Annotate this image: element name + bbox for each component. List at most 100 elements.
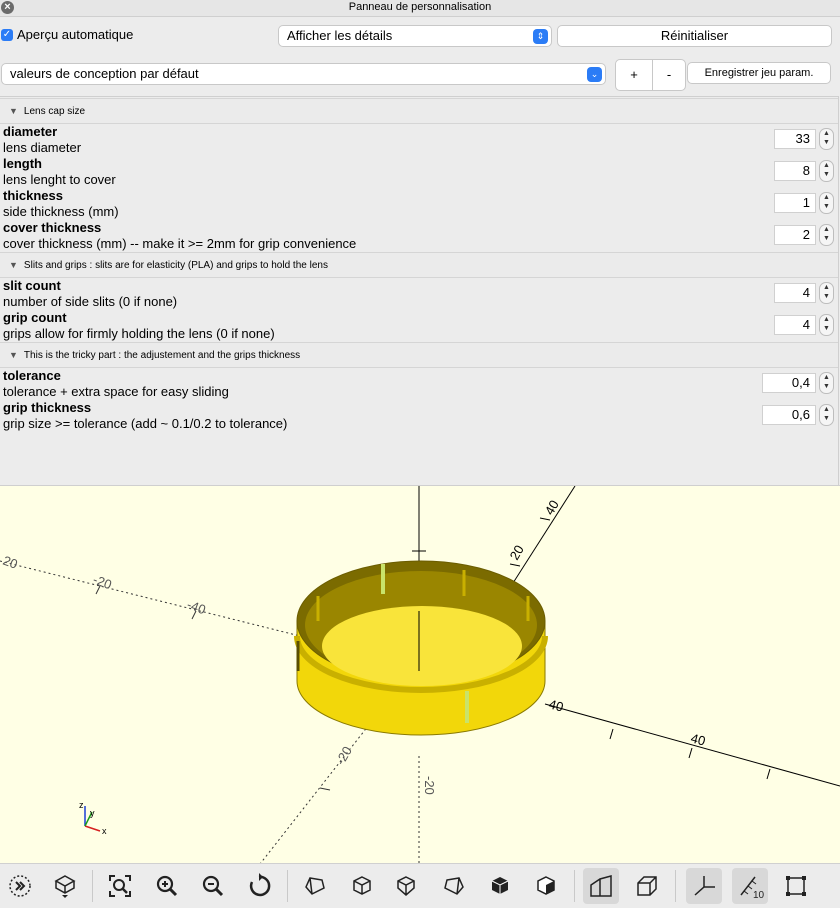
close-icon[interactable]: ×	[1, 1, 14, 14]
section-header-lens-cap[interactable]: ▼ Lens cap size	[0, 98, 838, 124]
remove-preset-button[interactable]: -	[652, 59, 686, 91]
reset-view-icon[interactable]	[241, 868, 277, 904]
cover-thickness-spinbox[interactable]: 2 ▲ ▼	[774, 224, 834, 246]
disclosure-triangle-icon: ▼	[9, 106, 18, 116]
gizmo-y-label: y	[90, 808, 95, 818]
orthogonal-icon[interactable]	[629, 868, 665, 904]
auto-preview-checkbox[interactable]: ✓ Aperçu automatique	[1, 27, 133, 42]
axis-label: -20	[333, 744, 355, 768]
updown-chevron-icon: ⇕	[533, 29, 548, 44]
view-left-icon[interactable]	[436, 868, 472, 904]
stepper-arrows-icon[interactable]: ▲ ▼	[819, 372, 834, 394]
grip-count-spinbox[interactable]: 4 ▲ ▼	[774, 314, 834, 336]
spinbox-value[interactable]: 0,6	[762, 405, 816, 425]
window-title: Panneau de personnalisation	[348, 1, 492, 13]
spinbox-value[interactable]: 1	[774, 193, 816, 213]
preset-select[interactable]: valeurs de conception par défaut ⌄	[1, 63, 606, 85]
tolerance-spinbox[interactable]: 0,4 ▲ ▼	[762, 372, 834, 394]
perspective-icon[interactable]	[583, 868, 619, 904]
stepper-arrows-icon[interactable]: ▲ ▼	[819, 314, 834, 336]
diameter-spinbox[interactable]: 33 ▲ ▼	[774, 128, 834, 150]
spinbox-value[interactable]: 4	[774, 315, 816, 335]
view-toolbar: 10	[0, 863, 840, 908]
param-grip-count: grip count grips allow for firmly holdin…	[3, 310, 834, 342]
spinbox-value[interactable]: 8	[774, 161, 816, 181]
axis-tick	[766, 768, 771, 780]
param-cover-thickness: cover thickness cover thickness (mm) -- …	[3, 220, 834, 252]
zoom-out-icon[interactable]	[195, 868, 231, 904]
axis-label: 20	[507, 542, 527, 562]
stepper-arrows-icon[interactable]: ▲ ▼	[819, 282, 834, 304]
x-axis-negative	[0, 560, 301, 637]
param-desc: tolerance + extra space for easy sliding	[3, 384, 229, 399]
spinbox-value[interactable]: 4	[774, 283, 816, 303]
preset-select-value: valeurs de conception par défaut	[10, 66, 199, 81]
3d-viewport[interactable]: 20 -20 -40 20 20 40 40 40 -20 -20	[0, 485, 840, 864]
param-name: slit count	[3, 278, 61, 293]
axis-tick	[539, 517, 551, 521]
add-preset-button[interactable]: +	[615, 59, 653, 91]
reset-label: Réinitialiser	[660, 28, 729, 43]
toolbar-separator	[287, 870, 288, 902]
3d-scene: 20 -20 -40 20 20 40 40 40 -20 -20	[0, 486, 840, 864]
save-preset-button[interactable]: Enregistrer jeu param.	[687, 62, 831, 84]
section-header-slits-grips[interactable]: ▼ Slits and grips : slits are for elastic…	[0, 252, 838, 278]
section-title: Slits and grips : slits are for elastici…	[23, 260, 328, 271]
view-top-icon[interactable]	[344, 868, 380, 904]
cap-floor	[322, 606, 522, 686]
section-header-tolerance[interactable]: ▼ This is the tricky part : the adjusteme…	[0, 342, 838, 368]
spinbox-value[interactable]: 2	[774, 225, 816, 245]
param-grip-thickness: grip thickness grip size >= tolerance (a…	[3, 400, 834, 432]
param-diameter: diameter lens diameter 33 ▲ ▼	[3, 124, 834, 156]
section-title: Lens cap size	[23, 106, 86, 117]
spinbox-value[interactable]: 33	[774, 129, 816, 149]
param-desc: grip size >= tolerance (add ~ 0.1/0.2 to…	[3, 416, 288, 431]
plus-label: +	[630, 67, 638, 82]
param-name: grip count	[3, 310, 67, 325]
show-axes-icon[interactable]	[686, 868, 722, 904]
disclosure-triangle-icon: ▼	[9, 350, 18, 360]
slit-count-spinbox[interactable]: 4 ▲ ▼	[774, 282, 834, 304]
stepper-arrows-icon[interactable]: ▲ ▼	[819, 224, 834, 246]
lens-cap-model[interactable]	[294, 560, 548, 736]
stepper-arrows-icon[interactable]: ▲ ▼	[819, 192, 834, 214]
axis-label: 40	[547, 696, 565, 714]
axis-label: 40	[689, 730, 707, 748]
grip-thickness-spinbox[interactable]: 0,6 ▲ ▼	[762, 404, 834, 426]
show-edges-icon[interactable]	[778, 868, 814, 904]
param-name: grip thickness	[3, 400, 92, 415]
view-bottom-icon[interactable]	[388, 868, 424, 904]
spinbox-value[interactable]: 0,4	[762, 373, 816, 393]
view-front-icon[interactable]	[482, 868, 518, 904]
save-preset-label: Enregistrer jeu param.	[704, 67, 814, 79]
reset-button[interactable]: Réinitialiser	[557, 25, 832, 47]
zoom-in-icon[interactable]	[149, 868, 185, 904]
length-spinbox[interactable]: 8 ▲ ▼	[774, 160, 834, 182]
param-length: length lens lenght to cover 8 ▲ ▼	[3, 156, 834, 188]
stepper-arrows-icon[interactable]: ▲ ▼	[819, 404, 834, 426]
toolbar-separator	[92, 870, 93, 902]
view-all-icon[interactable]	[102, 868, 138, 904]
param-name: length	[3, 156, 42, 171]
param-name: cover thickness	[3, 220, 102, 235]
details-select[interactable]: Afficher les détails ⇕	[278, 25, 552, 47]
gizmo-z-label: z	[79, 800, 84, 810]
toolbar-separator	[675, 870, 676, 902]
render-icon[interactable]	[47, 868, 83, 904]
axis-label: -20	[91, 572, 114, 593]
show-scale-icon[interactable]: 10	[732, 868, 768, 904]
stepper-arrows-icon[interactable]: ▲ ▼	[819, 128, 834, 150]
minus-label: -	[666, 67, 672, 82]
view-right-icon[interactable]	[297, 868, 333, 904]
animate-icon[interactable]	[2, 868, 38, 904]
chevron-down-icon: ⌄	[587, 67, 602, 82]
axis-label: 20	[1, 553, 20, 572]
thickness-spinbox[interactable]: 1 ▲ ▼	[774, 192, 834, 214]
stepper-arrows-icon[interactable]: ▲ ▼	[819, 160, 834, 182]
param-desc: cover thickness (mm) -- make it >= 2mm f…	[3, 236, 357, 251]
axis-tick	[509, 563, 521, 567]
toolbar-separator	[574, 870, 575, 902]
parameters-panel: ▼ Lens cap size diameter lens diameter 33…	[0, 96, 839, 486]
view-back-icon[interactable]	[528, 868, 564, 904]
param-slit-count: slit count number of side slits (0 if no…	[3, 278, 834, 310]
